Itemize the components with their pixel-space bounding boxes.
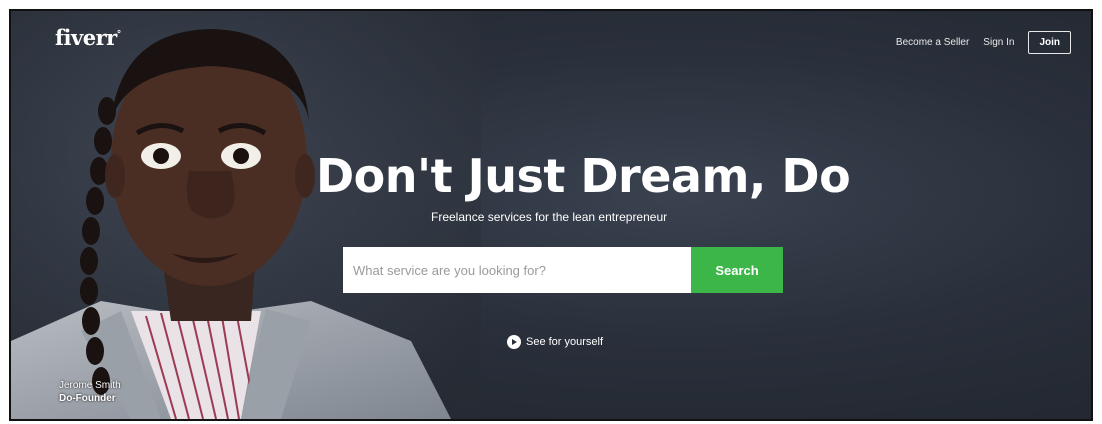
- search-button[interactable]: Search: [691, 247, 783, 293]
- page-subheadline: Freelance services for the lean entrepre…: [431, 210, 668, 224]
- see-for-yourself-label: See for yourself: [526, 336, 604, 348]
- search-placeholder: What service are you looking for?: [353, 262, 546, 278]
- sign-in-link[interactable]: Sign In: [983, 37, 1014, 48]
- page-headline: Don't Just Dream, Do: [316, 149, 851, 203]
- top-navigation: Become a Seller Sign In Join: [896, 31, 1071, 54]
- join-button[interactable]: Join: [1028, 31, 1071, 54]
- person-caption: Jerome Smith Do-Founder: [59, 379, 121, 405]
- play-circle-icon: [507, 335, 521, 349]
- caption-name: Jerome Smith: [59, 380, 121, 391]
- search-input[interactable]: What service are you looking for?: [343, 247, 691, 293]
- fiverr-logo[interactable]: fiverr°: [55, 25, 121, 50]
- see-for-yourself-link[interactable]: See for yourself: [507, 335, 603, 349]
- hero-banner: fiverr° Become a Seller Sign In Join Don…: [9, 9, 1093, 421]
- become-seller-link[interactable]: Become a Seller: [896, 37, 969, 48]
- hero-person-image: [11, 11, 481, 419]
- logo-mark: °: [116, 30, 122, 40]
- caption-title: Do-Founder: [59, 393, 116, 404]
- logo-text: fiverr: [55, 25, 117, 50]
